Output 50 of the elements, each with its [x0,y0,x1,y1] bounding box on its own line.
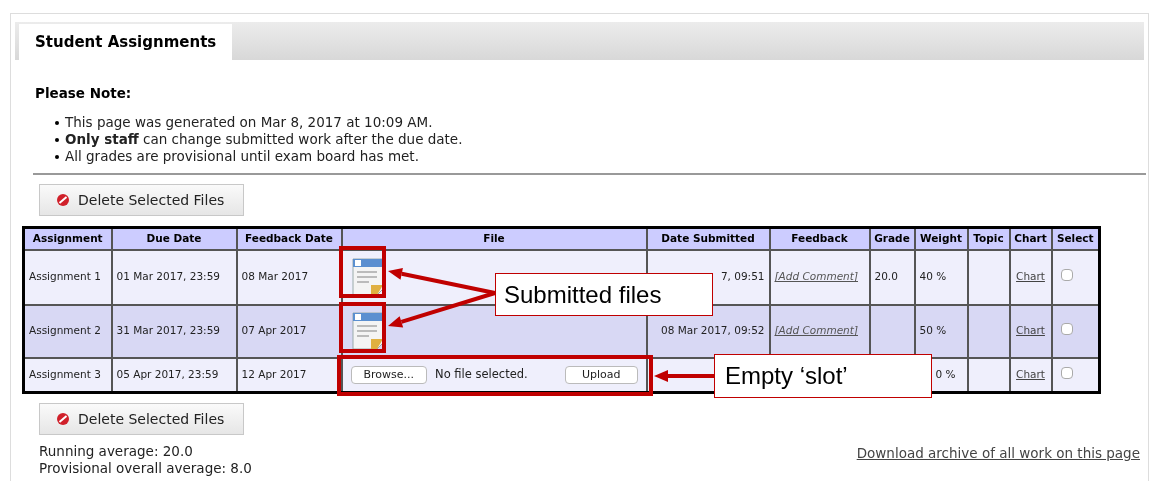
bullet-icon [55,138,59,143]
column-header: File [341,227,647,250]
callout-arrow [654,370,714,383]
delete-files-button[interactable]: Delete Selected Files [39,184,244,217]
table-cell: 20.0 [874,270,898,283]
column-header: Weight [914,227,968,250]
table-cell: 40 % [919,270,947,283]
select-checkbox[interactable] [1060,268,1073,281]
table-cell: 0 % [935,368,956,381]
add-comment-link[interactable]: [Add Comment] [774,270,858,283]
column-header: Chart [1009,227,1052,250]
download-archive-link[interactable]: Download archive of all work on this page [856,443,1140,464]
bullet-icon [55,155,59,160]
document-icon[interactable] [350,311,385,352]
table-cell: 31 Mar 2017, 23:59 [111,304,237,358]
overall-average: Provisional overall average: 8.0 [39,460,252,478]
column-header: Topic [967,227,1010,250]
column-header: Feedback Date [236,227,342,250]
table-cell: 08 Mar 2017, 09:52 [661,324,765,337]
upload-button[interactable]: Upload [564,366,638,384]
table-cell: 50 % [919,324,947,337]
note-text: This page was generated on Mar 8, 2017 at 10:09 AM. [65,114,433,132]
table-cell: 01 Mar 2017, 23:59 [111,249,237,305]
column-header: Grade [869,227,915,250]
column-header: Due Date [111,227,237,250]
select-checkbox[interactable] [1060,322,1073,335]
browse-button[interactable]: Browse... [350,366,428,384]
chart-link[interactable]: Chart [1016,270,1045,283]
tab[interactable]: Student Assignments [19,24,233,60]
highlight-frame [339,246,386,299]
callout-label: Empty ‘slot’ [714,354,932,399]
delete-files-button[interactable]: Delete Selected Files [39,403,244,436]
column-header: Select [1051,227,1100,250]
no-entry-icon [56,412,70,427]
bullet-icon [55,121,59,126]
table-cell: Assignment 1 [23,249,112,305]
running-average: Running average: 20.0 [39,443,194,461]
column-header: Feedback [769,227,870,250]
column-header: Assignment [23,227,112,250]
select-checkbox[interactable] [1060,366,1073,379]
table-cell: Assignment 2 [23,304,112,358]
note-heading: Please Note: [35,84,133,103]
file-status: No file selected. [435,366,528,384]
callout-label: Submitted files [495,273,713,317]
note-text: Only staff can change submitted work after the due date. [65,131,463,149]
table-cell: 7, 09:51 [720,270,765,283]
no-entry-icon [56,193,70,208]
chart-link[interactable]: Chart [1016,324,1045,337]
column-header: Date Submitted [646,227,770,250]
note-text: All grades are provisional until exam board has met. [65,148,419,166]
